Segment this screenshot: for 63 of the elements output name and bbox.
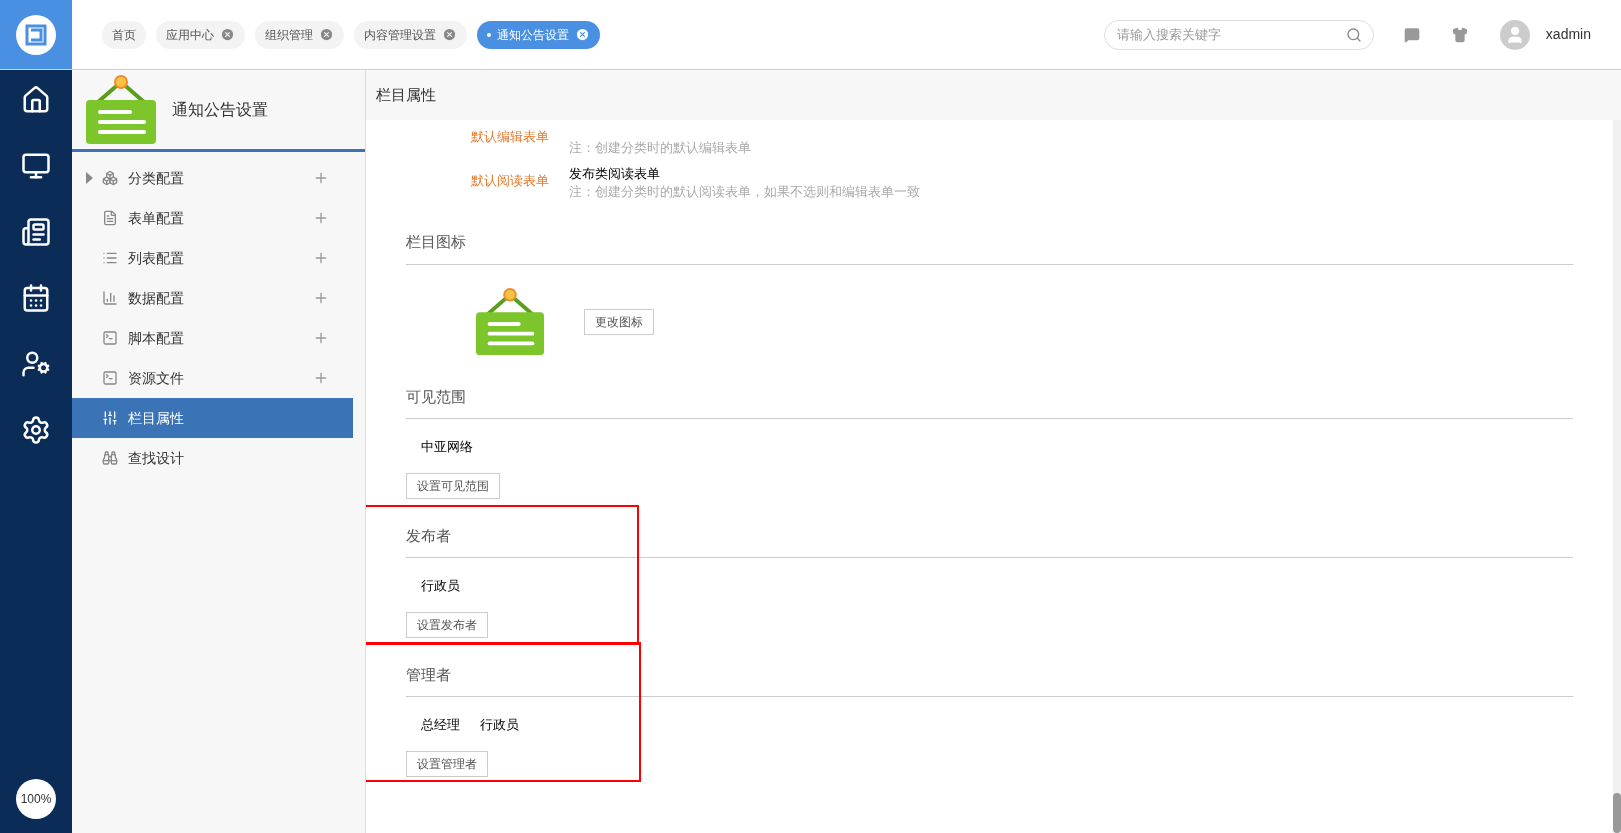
search-field[interactable]: 请输入搜索关键字 [1103, 19, 1374, 50]
add-icon[interactable] [313, 250, 329, 266]
avatar-icon[interactable] [1499, 19, 1530, 50]
user-gear-icon[interactable] [21, 349, 51, 379]
add-icon[interactable] [313, 290, 329, 306]
form-note: 注：创建分类时的默认编辑表单 [569, 139, 751, 157]
sidebar-item[interactable]: 资源文件 [72, 358, 353, 398]
section-title: 管理者 [406, 663, 1573, 697]
blocks-icon [102, 170, 118, 186]
sliders-icon [102, 410, 118, 426]
sidebar-item[interactable]: 查找设计 [72, 438, 353, 478]
scrollbar[interactable] [1613, 120, 1621, 833]
bar-chart-icon [102, 290, 118, 306]
section-title: 发布者 [406, 524, 1573, 558]
add-icon[interactable] [313, 210, 329, 226]
section-title: 可见范围 [406, 385, 1573, 419]
add-icon[interactable] [313, 330, 329, 346]
form-label: 默认编辑表单 [470, 128, 549, 146]
tab[interactable]: 内容管理设置 [354, 20, 467, 49]
member-name: 行政员 [480, 716, 519, 734]
change-icon-button[interactable]: 更改图标 [584, 309, 654, 335]
terminal-icon [102, 370, 118, 386]
set-button[interactable]: 设置发布者 [406, 611, 488, 638]
binoculars-icon [102, 450, 118, 466]
sidebar-item[interactable]: 数据配置 [72, 278, 353, 318]
set-button[interactable]: 设置可见范围 [406, 472, 500, 499]
signboard-icon [474, 286, 546, 358]
sidebar-title: 通知公告设置 [172, 99, 268, 120]
search-icon[interactable] [1345, 26, 1362, 43]
add-icon[interactable] [313, 170, 329, 186]
add-icon[interactable] [313, 370, 329, 386]
sidebar-item[interactable]: 表单配置 [72, 198, 353, 238]
newspaper-icon[interactable] [21, 217, 51, 247]
tab[interactable]: 首页 [102, 20, 146, 49]
sidebar-item[interactable]: 列表配置 [72, 238, 353, 278]
set-button[interactable]: 设置管理者 [406, 750, 488, 777]
user-name[interactable]: xadmin [1545, 24, 1591, 45]
calendar-icon[interactable] [21, 283, 51, 313]
form-value[interactable]: 发布类阅读表单 [569, 165, 660, 181]
form-icon [102, 210, 118, 226]
expand-arrow-icon[interactable] [86, 172, 93, 184]
member-name: 行政员 [421, 577, 460, 595]
tab[interactable]: 应用中心 [156, 20, 245, 49]
sidebar-item[interactable]: 脚本配置 [72, 318, 353, 358]
message-icon[interactable] [1403, 26, 1420, 43]
member-name: 中亚网络 [421, 438, 473, 456]
signboard-icon [84, 73, 158, 146]
sidebar-item[interactable]: 分类配置 [72, 158, 353, 198]
content-title: 栏目属性 [376, 84, 436, 105]
section-title: 栏目图标 [406, 231, 1573, 265]
form-label: 默认阅读表单 [470, 171, 549, 190]
zoom-level[interactable]: 100% [16, 779, 56, 819]
close-icon[interactable] [575, 27, 590, 42]
sidebar-item[interactable]: 栏目属性 [72, 398, 353, 438]
terminal-icon [102, 330, 118, 346]
list-icon [102, 250, 118, 266]
tab[interactable]: 组织管理 [255, 20, 344, 49]
home-icon[interactable] [21, 85, 51, 115]
logo-icon[interactable] [16, 14, 56, 55]
shirt-icon[interactable] [1451, 26, 1468, 43]
monitor-icon[interactable] [21, 151, 51, 181]
settings-icon[interactable] [21, 415, 51, 445]
member-name: 总经理 [421, 716, 460, 734]
